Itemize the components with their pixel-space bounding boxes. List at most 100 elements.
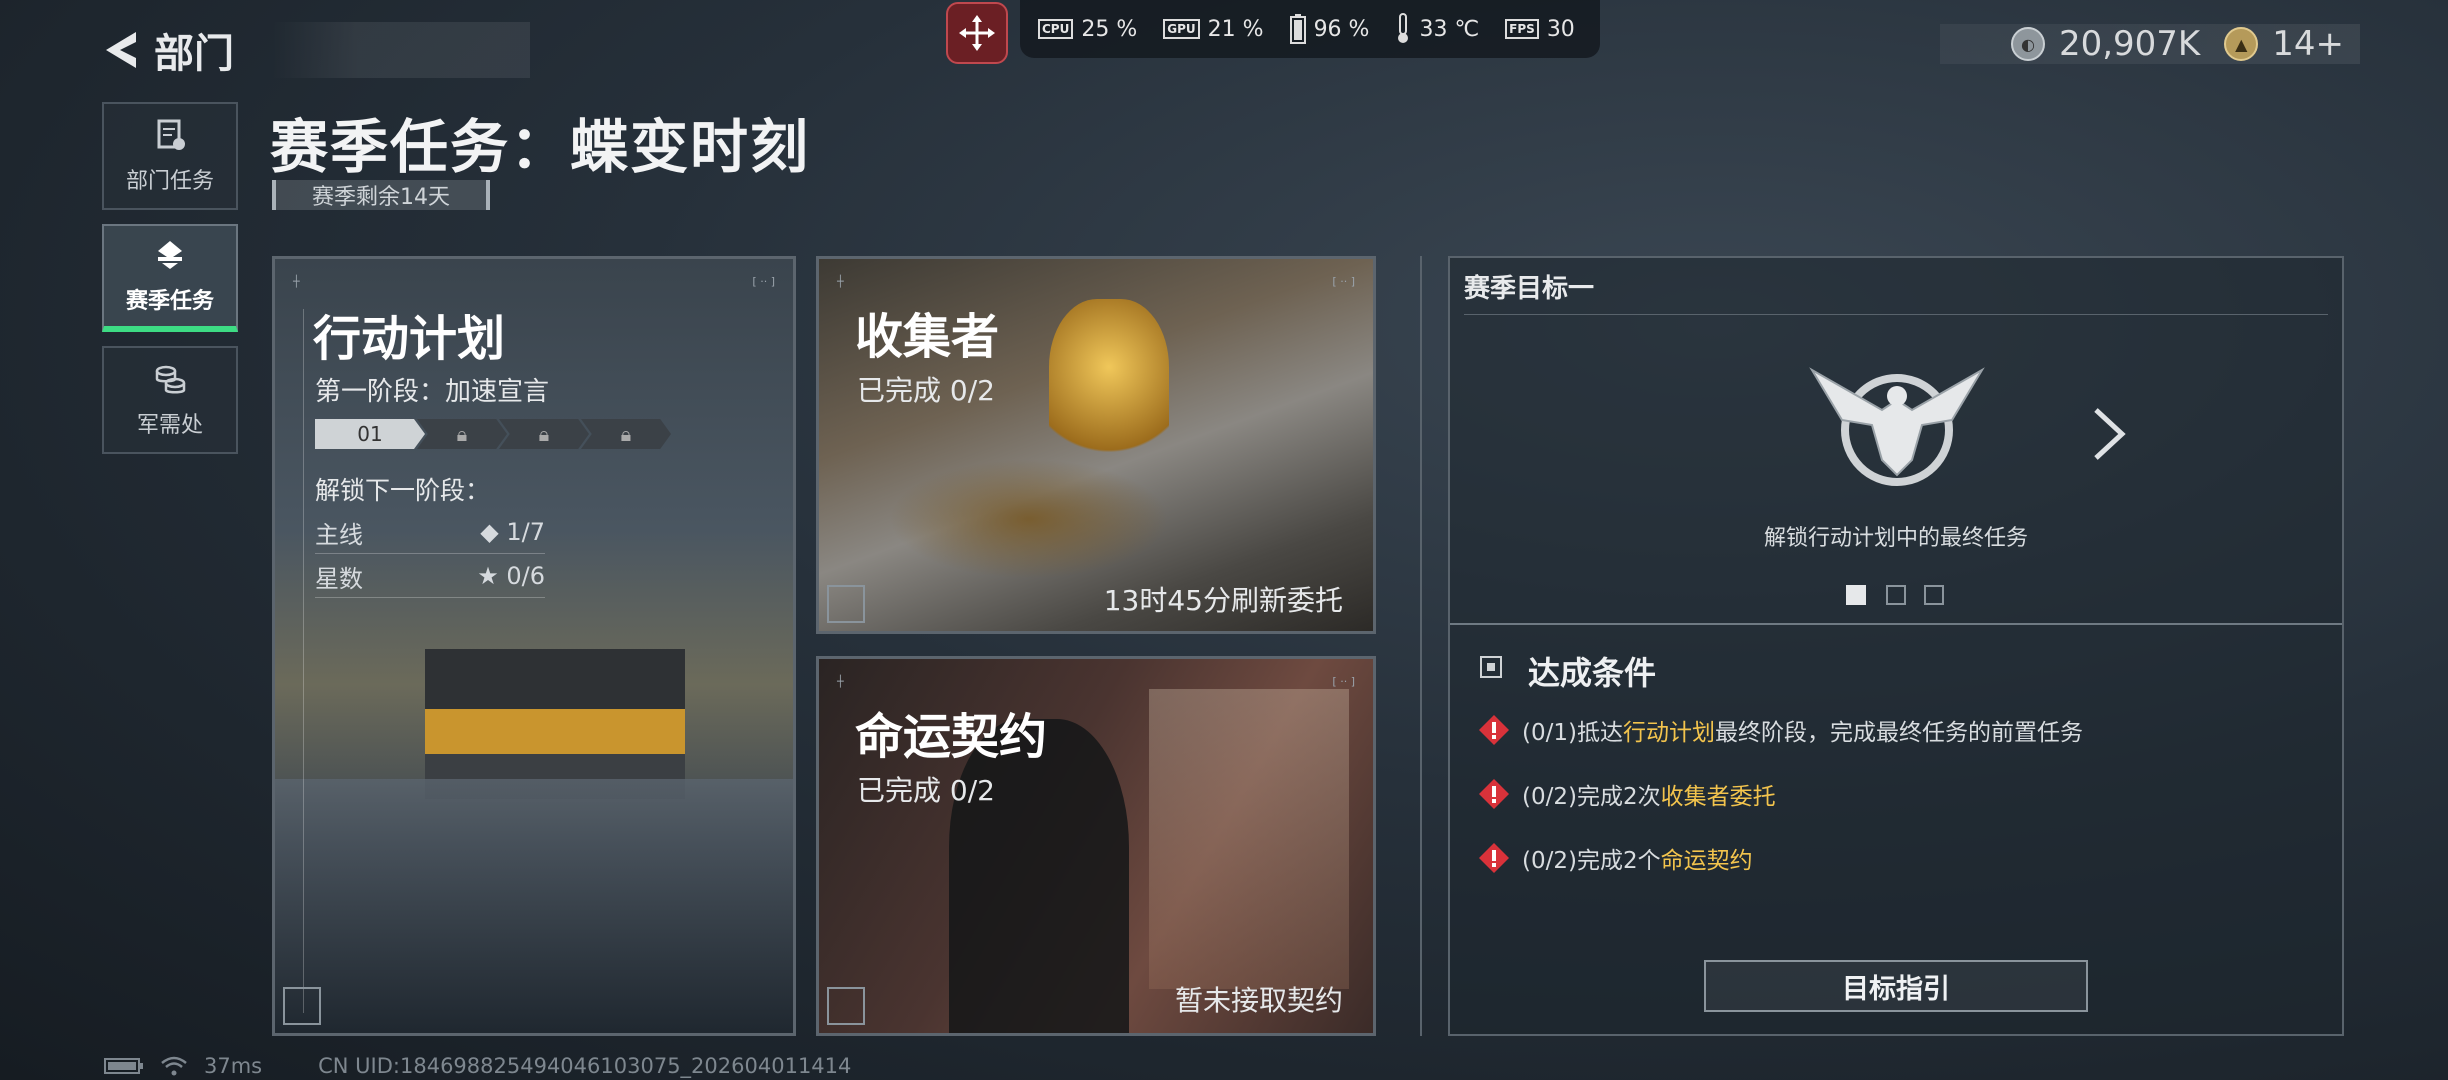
sidebar-item-label: 部门任务 [125,169,214,194]
back-button[interactable]: 部门 [100,22,530,78]
battery-icon [104,1058,143,1074]
battery-icon [1289,14,1306,44]
star-icon: ★ [477,562,499,590]
currency-bar: ◐ 20,907K ▲ 14+ [1940,24,2360,64]
condition-item: (0/2)完成2次收集者委托 [1478,774,1776,814]
coins-icon [155,365,186,394]
condition-item: (0/1)抵达行动计划最终阶段，完成最终任务的前置任务 [1478,710,2083,750]
wifi-icon [161,1056,187,1076]
status-footer: 37ms CN UID:1846988254940461030​75_20260… [104,1054,851,1078]
hud-decoration: ┼[ ·· ] [837,675,1355,688]
condition-prefix: (0/1)抵达 [1522,720,1623,746]
expand-corner-icon [827,585,865,623]
season-goal-panel: 赛季目标一 解锁行动计划中的最终任务 达成条件 (0/1)抵达行动计划最终阶段，… [1448,256,2344,1036]
warning-icon [1479,779,1509,809]
stage-name: 第一阶段：加速宣言 [315,377,550,407]
stage-progress-bar: 01 🔒︎ 🔒︎ 🔒︎ [315,419,671,449]
clipboard-icon [157,119,185,150]
sidebar-item-label: 赛季任务 [125,289,214,314]
gpu-icon: GPU [1163,19,1200,39]
stage-segment-current: 01 [315,419,425,449]
user-uid: CN UID:1846988254940461030​75_2026040114… [318,1054,852,1078]
building-illustration [425,649,685,799]
expand-corner-icon [827,987,865,1025]
page-dot[interactable] [1924,585,1944,605]
temperature-value: 33 ℃ [1419,16,1480,42]
mainline-value: 1/7 [506,518,545,546]
condition-highlight: 行动计划 [1622,720,1715,746]
hud-decoration: ┼[ ·· ] [837,275,1355,288]
currency-amount: 20,907K [2058,24,2201,64]
goal-header: 赛季目标一 [1464,274,1595,304]
diamond-icon: ◆ [480,518,499,546]
contract-status: 暂未接取契约 [1174,984,1343,1017]
condition-highlight: 收集者委托 [1660,784,1776,810]
lock-icon: 🔒︎ [417,419,507,449]
stars-row: 星数 ★ 0/6 [315,555,545,598]
page-title: 赛季任务：蝶变时刻 [270,113,811,181]
sidebar-item-season-tasks[interactable]: 赛季任务 [102,224,238,332]
lock-icon: 🔒︎ [499,419,589,449]
unlock-label: 解锁下一阶段： [315,476,491,505]
coins-illustration [889,459,1169,579]
collector-progress: 已完成 0/2 [857,374,995,407]
mainline-row: 主线 ◆ 1/7 [315,511,545,554]
fps-value: 30 [1546,16,1575,42]
season-remaining-badge: 赛季剩余14天 [272,180,490,210]
card-title: 收集者 [855,309,1000,365]
collector-card[interactable]: ┼[ ·· ] 收集者 已完成 0/2 13时45分刷新委托 [816,256,1376,634]
hud-decoration: ┼[ ·· ] [293,275,775,288]
move-arrows-icon [959,15,995,51]
condition-suffix: 最终阶段，完成最终任务的前置任务 [1714,720,2083,746]
performance-overlay: CPU 25 % GPU 21 % 96 % 33 ℃ FPS 30 [1020,0,1600,58]
cpu-value: 25 % [1081,16,1138,42]
card-title: 命运契约 [855,709,1048,765]
silver-coin-icon: ◐ [2010,27,2045,61]
lock-icon: 🔒︎ [581,419,671,449]
condition-item: (0/2)完成2个命运契约 [1478,838,1753,878]
goal-description: 解锁行动计划中的最终任务 [1763,526,2028,551]
gold-statue-illustration [1049,299,1169,469]
card-title: 行动计划 [313,311,506,367]
eagle-emblem-icon [1809,367,1985,486]
expand-corner-icon [283,987,321,1025]
conditions-bullet-icon [1480,656,1502,678]
sidebar-item-department-tasks[interactable]: 部门任务 [102,102,238,210]
goal-guide-button[interactable]: 目标指引 [1704,960,2088,1012]
cpu-icon: CPU [1038,19,1074,39]
next-arrow-icon[interactable] [2088,406,2128,462]
rank-level: 14+ [2272,24,2344,64]
fps-icon: FPS [1505,19,1539,39]
photo-wall-illustration [1149,689,1349,989]
action-plan-card[interactable]: ┼[ ·· ] 行动计划 第一阶段：加速宣言 01 🔒︎ 🔒︎ 🔒︎ 解锁下一阶… [272,256,796,1036]
hud-line [303,309,304,1013]
goal-header-line [1464,314,2328,315]
goal-showcase: 赛季目标一 解锁行动计划中的最终任务 [1450,258,2342,625]
condition-prefix: (0/2)完成2次 [1522,784,1661,810]
warning-icon [1479,715,1509,745]
fate-contract-card[interactable]: ┼[ ·· ] 命运契约 已完成 0/2 暂未接取契约 [816,656,1376,1036]
thermometer-icon [1398,13,1409,43]
rank-badge-icon: ▲ [2224,27,2259,61]
stars-value: 0/6 [506,562,545,590]
stars-label: 星数 [315,564,363,593]
back-arrow-icon [106,32,136,68]
refresh-timer: 13时45分刷新委托 [1103,584,1343,617]
warning-icon [1479,843,1509,873]
sidebar-item-quartermaster[interactable]: 军需处 [102,346,238,454]
back-title: 部门 [154,31,234,77]
battery-value: 96 % [1313,16,1370,42]
condition-highlight: 命运契约 [1660,848,1753,874]
move-handle-button[interactable] [946,2,1008,64]
page-dot-active[interactable] [1846,585,1866,605]
mainline-label: 主线 [315,520,363,549]
panel-divider [1420,256,1422,1036]
gpu-value: 21 % [1207,16,1264,42]
butterfly-icon [158,241,182,269]
condition-prefix: (0/2)完成2个 [1522,848,1661,874]
page-dot[interactable] [1886,585,1906,605]
conditions-title: 达成条件 [1528,654,1657,692]
fate-progress: 已完成 0/2 [857,774,995,807]
ping-value: 37ms [204,1054,263,1078]
dock-illustration [275,779,793,1033]
